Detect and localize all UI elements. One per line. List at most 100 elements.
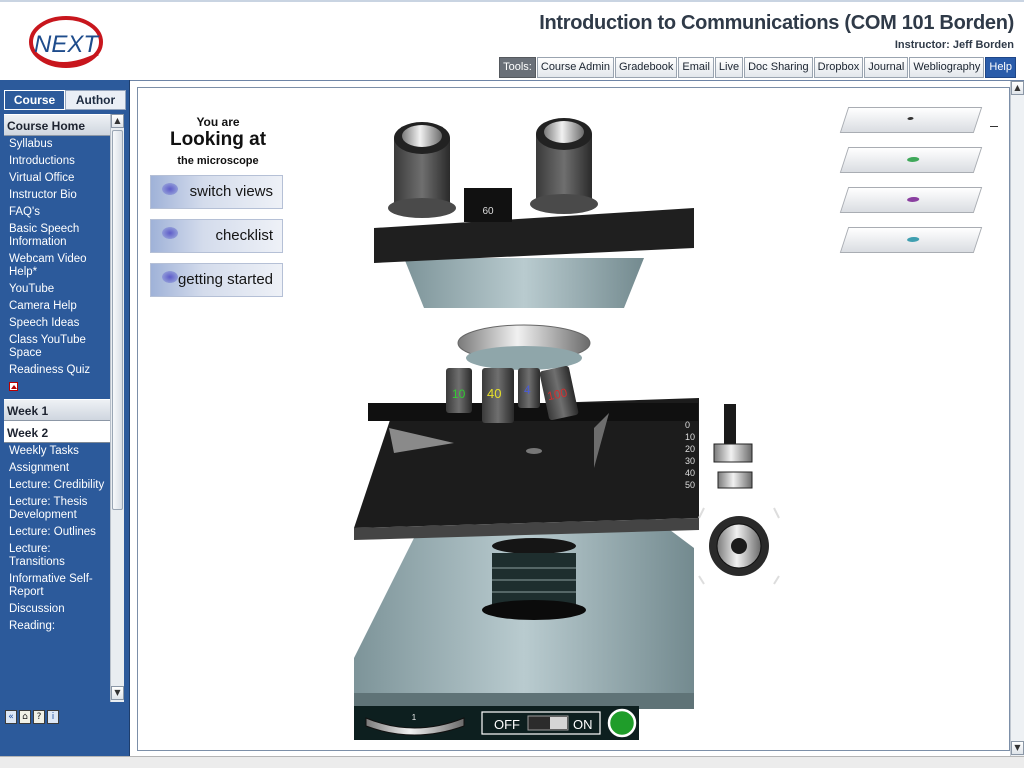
header: NEXT Introduction to Communications (COM… xyxy=(0,0,1024,80)
eyepiece-left[interactable] xyxy=(388,122,456,218)
slide-specimen xyxy=(906,157,920,162)
you-are-label: You are xyxy=(196,115,240,129)
slide-3[interactable] xyxy=(839,187,983,213)
content-area: You are Looking at the microscope switch… xyxy=(130,80,1024,757)
nav-item[interactable]: YouTube xyxy=(4,281,111,298)
nav-item[interactable]: Basic Speech Information xyxy=(4,221,111,251)
nav-item[interactable]: Discussion xyxy=(4,601,111,618)
nav-tabs: Course Author xyxy=(4,90,126,110)
scroll-up-icon[interactable]: ▲ xyxy=(111,114,124,128)
microscope-activity: You are Looking at the microscope switch… xyxy=(137,87,1010,751)
nav-item[interactable]: Virtual Office xyxy=(4,170,111,187)
tool-journal[interactable]: Journal xyxy=(864,57,909,78)
browser-status-bar xyxy=(0,756,1024,768)
stage-aperture xyxy=(526,448,542,454)
stage-scale-label: 20 xyxy=(685,444,695,454)
eyepiece-scale-value: 60 xyxy=(482,206,494,217)
tool-webliography[interactable]: Webliography xyxy=(909,57,985,78)
objective-4x[interactable]: 4 xyxy=(518,368,540,408)
slide-1[interactable] xyxy=(839,107,983,133)
next-logo[interactable]: NEXT xyxy=(28,10,106,72)
switch-views-button[interactable]: switch views xyxy=(150,175,283,209)
switch-views-label: switch views xyxy=(189,183,273,200)
switch-off-label: OFF xyxy=(494,717,520,732)
getting-started-label: getting started xyxy=(177,271,273,288)
nav-item[interactable]: Speech Ideas xyxy=(4,315,111,332)
button-blob-icon xyxy=(162,271,178,283)
tool-course-admin[interactable]: Course Admin xyxy=(536,57,614,78)
help-icon[interactable]: ? xyxy=(33,710,45,724)
scroll-down-icon[interactable]: ▼ xyxy=(1011,741,1024,755)
switch-knob[interactable] xyxy=(550,717,567,729)
tool-help[interactable]: Help xyxy=(985,57,1016,78)
content-scrollbar[interactable]: ▲ ▼ xyxy=(1010,81,1024,757)
tool-live[interactable]: Live xyxy=(714,57,744,78)
objective-10x[interactable]: 10 xyxy=(446,368,472,413)
eyepiece-right[interactable] xyxy=(530,118,598,214)
objective-10-label: 10 xyxy=(452,387,466,401)
nav-item[interactable]: Lecture: Outlines xyxy=(4,524,111,541)
nav-item[interactable]: Assignment xyxy=(4,460,111,477)
checklist-button[interactable]: checklist xyxy=(150,219,283,253)
power-light-icon xyxy=(607,708,637,738)
nav-item[interactable]: Lecture: Transitions xyxy=(4,541,111,571)
tools-label: Tools: xyxy=(499,57,536,78)
nav-scrollbar[interactable]: ▲ ▼ xyxy=(110,114,124,702)
nav-item[interactable]: Readiness Quiz xyxy=(4,362,111,379)
slide-2[interactable] xyxy=(839,147,983,173)
the-microscope-label: the microscope xyxy=(177,155,259,167)
section-week-1[interactable]: Week 1 xyxy=(4,399,111,421)
nav-item[interactable]: Reading: xyxy=(4,618,111,635)
scroll-thumb[interactable] xyxy=(112,130,123,510)
condenser-top xyxy=(492,538,576,554)
nav-list: Course Home Syllabus Introductions Virtu… xyxy=(4,114,111,702)
objective-4-label: 4 xyxy=(524,383,531,397)
nav-item[interactable]: FAQ's xyxy=(4,204,111,221)
slide-specimen xyxy=(907,117,914,120)
scroll-down-icon[interactable]: ▼ xyxy=(111,686,124,700)
tool-gradebook[interactable]: Gradebook xyxy=(614,57,678,78)
getting-started-button[interactable]: getting started xyxy=(150,263,283,297)
home-icon[interactable]: ⌂ xyxy=(19,710,31,724)
stage-knob-lower[interactable] xyxy=(717,471,753,489)
info-icon[interactable]: i xyxy=(47,710,59,724)
stage-scale-label: 40 xyxy=(685,468,695,478)
arm xyxy=(404,258,644,308)
slide-specimen xyxy=(906,237,920,242)
nav-item[interactable]: Informative Self-Report xyxy=(4,571,111,601)
nav-item[interactable]: Lecture: Credibility xyxy=(4,477,111,494)
collapse-section-icon[interactable] xyxy=(9,382,18,391)
nav-item[interactable]: Syllabus xyxy=(4,136,111,153)
nav-item[interactable]: Camera Help xyxy=(4,298,111,315)
section-week-2[interactable]: Week 2 xyxy=(4,421,111,443)
tool-doc-sharing[interactable]: Doc Sharing xyxy=(744,57,813,78)
stage-scale-label: 10 xyxy=(685,432,695,442)
nav-item[interactable]: Lecture: Thesis Development xyxy=(4,494,111,524)
tab-author[interactable]: Author xyxy=(65,90,126,110)
nav-item[interactable]: Class YouTube Space xyxy=(4,332,111,362)
stage-scale-label: 50 xyxy=(685,480,695,490)
button-blob-icon xyxy=(162,183,178,195)
objective-40x[interactable]: 40 xyxy=(482,368,514,423)
checklist-label: checklist xyxy=(215,227,273,244)
scroll-up-icon[interactable]: ▲ xyxy=(1011,81,1024,95)
focus-knob-center xyxy=(731,538,747,554)
collapse-nav-icon[interactable]: « xyxy=(5,710,17,724)
nav-item[interactable]: Webcam Video Help* xyxy=(4,251,111,281)
selected-slide-marker xyxy=(990,126,998,127)
tool-email[interactable]: Email xyxy=(678,57,714,78)
nav-item[interactable]: Introductions xyxy=(4,153,111,170)
nav-item[interactable]: Weekly Tasks xyxy=(4,443,111,460)
stage-scale-label: 30 xyxy=(685,456,695,466)
light-dial-value: 1 xyxy=(412,713,417,722)
nav-item[interactable]: Instructor Bio xyxy=(4,187,111,204)
section-course-home[interactable]: Course Home xyxy=(4,114,111,136)
course-title: Introduction to Communications (COM 101 … xyxy=(539,12,1014,34)
tab-course[interactable]: Course xyxy=(4,90,65,110)
slide-4[interactable] xyxy=(839,227,983,253)
course-nav: Course Author Course Home Syllabus Intro… xyxy=(0,80,130,756)
stage-knob-upper[interactable] xyxy=(713,443,753,463)
tool-dropbox[interactable]: Dropbox xyxy=(813,57,864,78)
looking-at-label: Looking at xyxy=(169,129,267,150)
tools-bar: Tools: Course Admin Gradebook Email Live… xyxy=(499,57,1016,78)
